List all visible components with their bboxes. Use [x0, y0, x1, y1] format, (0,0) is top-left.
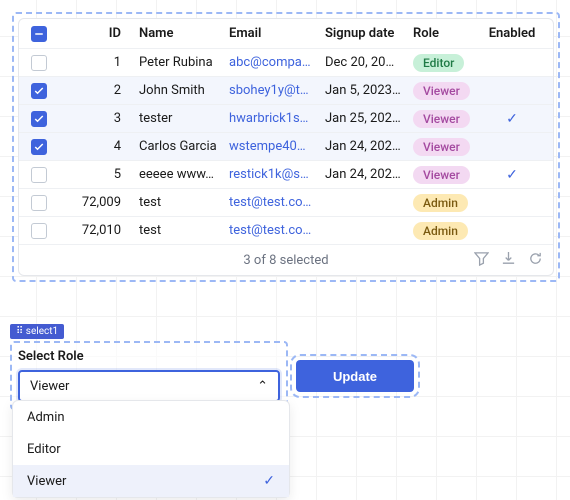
header-id[interactable]: ID	[59, 26, 133, 41]
cell-signup: Jan 24, 202…	[319, 167, 407, 182]
cell-email: sbohey1y@t…	[223, 83, 319, 98]
cell-name: Carlos Garcia	[133, 139, 223, 154]
cell-id: 72,009	[59, 195, 133, 210]
role-badge: Editor	[413, 54, 464, 72]
cell-role: Viewer	[407, 166, 479, 184]
cell-name: John Smith	[133, 83, 223, 98]
row-checkbox[interactable]	[31, 55, 47, 71]
select-role-label: Select Role	[18, 349, 280, 364]
refresh-icon[interactable]	[528, 251, 543, 270]
cell-role: Viewer	[407, 110, 479, 128]
cell-role: Viewer	[407, 138, 479, 156]
select-all-checkbox[interactable]	[31, 26, 47, 42]
cell-email: hwarbrick1s…	[223, 111, 319, 126]
table-header-row: ID Name Email Signup date Role Enabled	[19, 19, 553, 49]
table-row[interactable]: 2John Smithsbohey1y@t…Jan 5, 2023 … Viewe…	[19, 77, 553, 105]
cell-email: restick1k@s…	[223, 167, 319, 182]
row-checkbox[interactable]	[31, 167, 47, 183]
cell-enabled: ✓	[479, 167, 545, 183]
download-icon[interactable]	[501, 251, 516, 270]
role-badge: Viewer	[413, 110, 470, 128]
role-select-widget: ⠿ select1 Select Role Viewer ⌃	[10, 323, 288, 410]
cell-email: test@test.com	[223, 223, 319, 238]
role-badge: Admin	[413, 194, 468, 212]
header-enabled[interactable]: Enabled	[479, 26, 545, 41]
role-badge: Viewer	[413, 138, 470, 156]
users-table-container: ID Name Email Signup date Role Enabled 1…	[12, 12, 560, 282]
cell-id: 5	[59, 167, 133, 182]
role-badge: Viewer	[413, 82, 470, 100]
table-row[interactable]: 3testerhwarbrick1s…Jan 25, 202… Viewer ✓	[19, 105, 553, 133]
cell-id: 3	[59, 111, 133, 126]
cell-name: test	[133, 195, 223, 210]
users-table: ID Name Email Signup date Role Enabled 1…	[18, 18, 554, 276]
cell-signup: Jan 5, 2023 …	[319, 83, 407, 98]
cell-signup: Jan 25, 202…	[319, 111, 407, 126]
dropdown-option[interactable]: Viewer ✓	[13, 465, 289, 497]
dropdown-option-label: Admin	[27, 410, 65, 425]
row-checkbox[interactable]	[31, 83, 47, 99]
selection-status: 3 of 8 selected	[243, 253, 328, 268]
table-row[interactable]: 5eeeee www…restick1k@s…Jan 24, 202… Viewe…	[19, 161, 553, 189]
table-footer: 3 of 8 selected	[19, 245, 553, 275]
cell-role: Admin	[407, 222, 479, 240]
dropdown-option-label: Editor	[27, 442, 61, 457]
table-row[interactable]: 72,009testtest@test.com Admin	[19, 189, 553, 217]
cell-role: Admin	[407, 194, 479, 212]
widget-tag[interactable]: ⠿ select1	[10, 324, 64, 339]
cell-name: Peter Rubina	[133, 55, 223, 70]
cell-id: 1	[59, 55, 133, 70]
filter-icon[interactable]	[474, 251, 489, 270]
cell-email: wstempe40…	[223, 139, 319, 154]
cell-enabled: ✓	[479, 111, 545, 127]
cell-role: Viewer	[407, 82, 479, 100]
update-button[interactable]: Update	[296, 360, 414, 392]
cell-email: abc@compa…	[223, 55, 319, 70]
header-email[interactable]: Email	[223, 26, 319, 41]
role-dropdown: Admin Editor Viewer ✓	[12, 400, 290, 498]
dropdown-option[interactable]: Editor	[13, 433, 289, 465]
row-checkbox[interactable]	[31, 195, 47, 211]
cell-name: tester	[133, 111, 223, 126]
role-badge: Admin	[413, 222, 468, 240]
table-row[interactable]: 4Carlos Garciawstempe40…Jan 24, 202… View…	[19, 133, 553, 161]
cell-id: 72,010	[59, 223, 133, 238]
select-current-value: Viewer	[30, 379, 69, 394]
dropdown-option-label: Viewer	[27, 474, 66, 489]
checkmark-icon: ✓	[506, 167, 518, 183]
cell-id: 4	[59, 139, 133, 154]
role-select-input[interactable]: Viewer ⌃	[18, 370, 280, 402]
table-row[interactable]: 1Peter Rubinaabc@compa…Dec 20, 20… Editor	[19, 49, 553, 77]
cell-name: test	[133, 223, 223, 238]
checkmark-icon: ✓	[506, 111, 518, 127]
dropdown-option[interactable]: Admin	[13, 401, 289, 433]
row-checkbox[interactable]	[31, 223, 47, 239]
cell-email: test@test.com	[223, 195, 319, 210]
table-row[interactable]: 72,010testtest@test.com Admin	[19, 217, 553, 245]
cell-signup: Dec 20, 20…	[319, 55, 407, 70]
row-checkbox[interactable]	[31, 139, 47, 155]
header-role[interactable]: Role	[407, 26, 479, 41]
header-signup[interactable]: Signup date	[319, 26, 407, 41]
header-name[interactable]: Name	[133, 26, 223, 41]
cell-name: eeeee www…	[133, 167, 223, 182]
checkmark-icon: ✓	[263, 473, 275, 489]
cell-role: Editor	[407, 54, 479, 72]
row-checkbox[interactable]	[31, 111, 47, 127]
chevron-up-icon: ⌃	[257, 379, 268, 394]
cell-id: 2	[59, 83, 133, 98]
cell-signup: Jan 24, 202…	[319, 139, 407, 154]
role-badge: Viewer	[413, 166, 470, 184]
